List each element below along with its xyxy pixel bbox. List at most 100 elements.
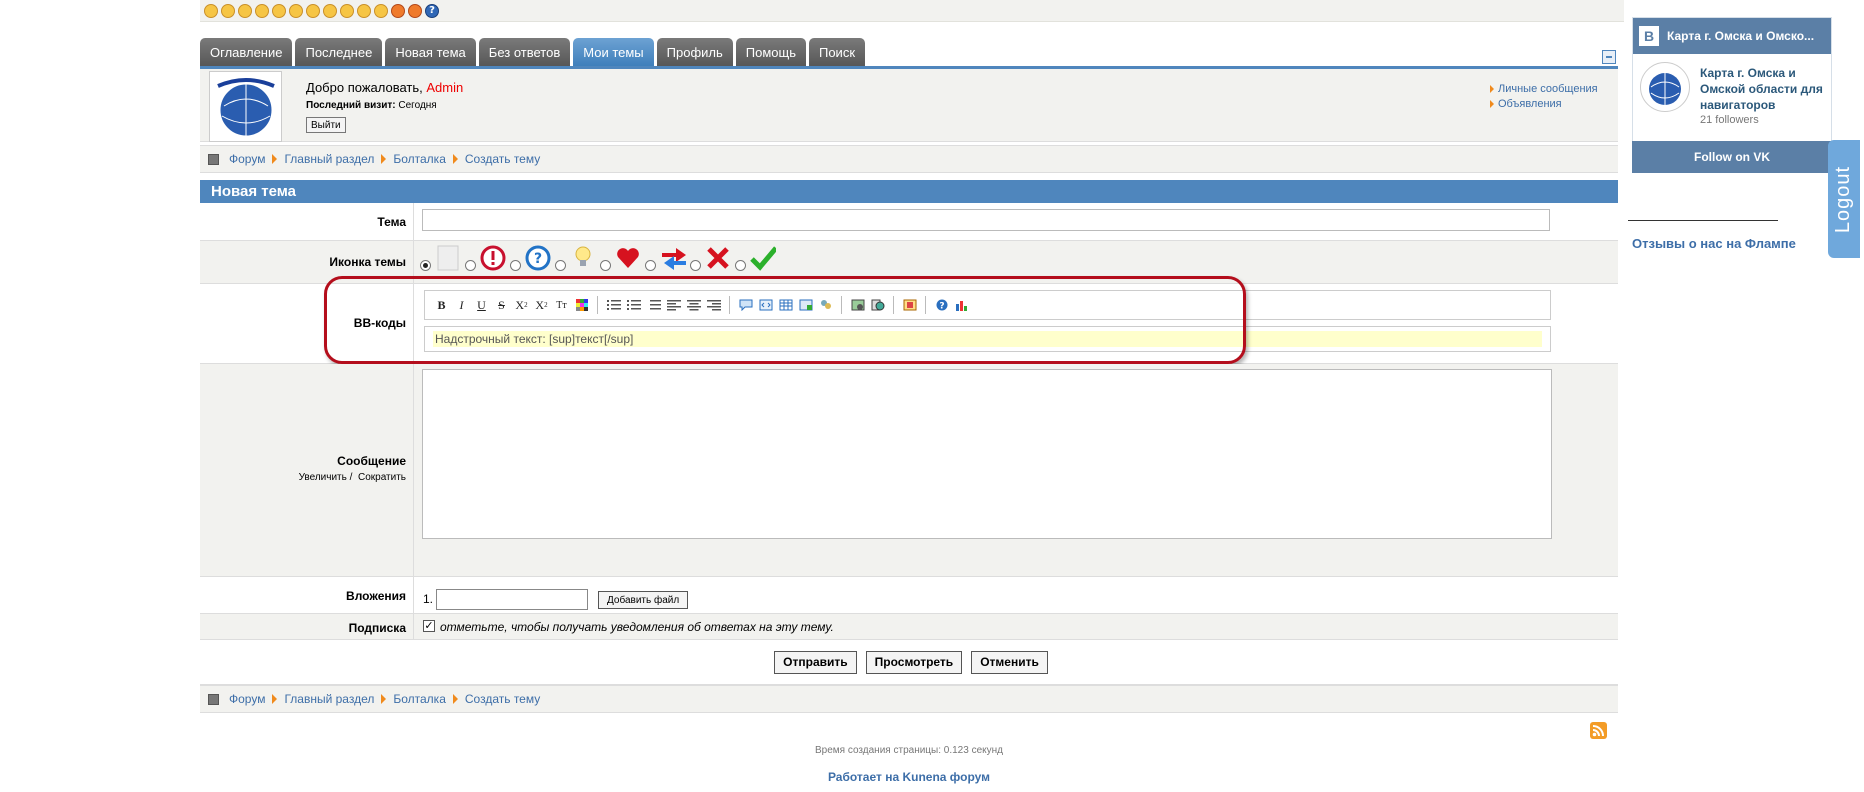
add-file-button[interactable]: Добавить файл [598,591,689,609]
last-visit-value: Сегодня [398,100,437,111]
breadcrumb-chat[interactable]: Болталка [393,152,446,166]
breadcrumb-arrow-icon [381,694,387,704]
breadcrumb-arrow-icon [272,694,278,704]
breadcrumb-create-topic[interactable]: Создать тему [465,152,540,166]
private-messages-link[interactable]: Личные сообщения [1490,82,1598,97]
cool-icon[interactable] [272,3,286,18]
exclamation-icon [480,245,506,271]
laugh-icon[interactable] [340,3,354,18]
shrink-link[interactable]: Сократить [358,472,406,483]
breadcrumb-main-section[interactable]: Главный раздел [284,692,374,706]
topic-icon-label: Иконка темы [329,255,406,269]
tab-new-topic[interactable]: Новая тема [385,38,476,66]
page-generation-time: Время создания страницы: 0.123 секунд [815,745,1003,756]
vk-group-name[interactable]: Карта г. Омска и Омской области для нави… [1700,65,1830,113]
rss-icon[interactable] [1590,722,1607,739]
smile-icon[interactable] [204,3,218,18]
lightbulb-icon [570,245,596,271]
main-tabs: Оглавление Последнее Новая тема Без отве… [200,38,866,66]
vk-follow-button[interactable]: Follow on VK [1632,141,1832,173]
sad-icon[interactable] [221,3,235,18]
glasses-icon[interactable] [357,3,371,18]
enlarge-link[interactable]: Увеличить / [299,472,353,483]
attachments-row: Вложения 1. Добавить файл [200,577,1618,614]
logout-side-tab[interactable]: Logout [1828,140,1860,258]
subscribe-checkbox[interactable]: ✓ [423,620,435,632]
document-icon [435,245,461,271]
icon-radio-love[interactable] [600,260,611,271]
breadcrumb-forum[interactable]: Форум [229,152,265,166]
icon-radio-exclamation[interactable] [465,260,476,271]
username[interactable]: Admin [426,80,463,95]
arrows-icon [660,245,686,271]
announcements-link[interactable]: Объявления [1490,97,1598,112]
vk-widget-title[interactable]: Карта г. Омска и Омско... [1667,29,1814,43]
icon-radio-check[interactable] [735,260,746,271]
vk-followers: 21 followers [1700,114,1759,126]
last-visit-label: Последний визит: [306,100,396,111]
icon-radio-delete[interactable] [690,260,701,271]
confused-icon[interactable] [374,3,388,18]
question-icon[interactable]: ? [425,3,439,18]
submit-button[interactable]: Отправить [774,650,857,674]
cross-icon [705,245,731,271]
attachment-file-field[interactable] [436,589,588,610]
neutral-icon[interactable] [289,3,303,18]
tab-index[interactable]: Оглавление [200,38,293,66]
tab-no-replies[interactable]: Без ответов [478,38,571,66]
topic-label: Тема [377,215,406,229]
tab-help[interactable]: Помощь [735,38,806,66]
message-textarea[interactable] [422,369,1552,539]
collapse-icon[interactable] [1602,50,1616,64]
highlight-annotation [324,276,1246,364]
icon-radio-default[interactable] [420,260,431,271]
resize-controls: Увеличить / Сократить [200,472,414,483]
tab-recent[interactable]: Последнее [295,38,383,66]
vk-avatar[interactable] [1640,62,1690,112]
logout-side-label: Logout [1832,165,1855,233]
tab-profile[interactable]: Профиль [656,38,733,66]
wink-icon[interactable] [323,3,337,18]
divider [1628,220,1778,221]
logout-button[interactable]: Выйти [306,117,346,133]
preview-button[interactable]: Просмотреть [865,650,963,674]
last-visit: Последний визит: Сегодня [306,100,437,111]
icon-radio-arrows[interactable] [645,260,656,271]
breadcrumb-forum[interactable]: Форум [229,692,265,706]
breadcrumb-arrow-icon [272,154,278,164]
breadcrumb-arrow-icon [381,154,387,164]
grin-icon[interactable] [238,3,252,18]
icon-radio-question[interactable] [510,260,521,271]
tongue-icon[interactable] [255,3,269,18]
attachment-index: 1. [423,592,434,606]
user-links: Личные сообщения Объявления [1490,82,1598,112]
topic-input[interactable] [422,209,1550,231]
message-label: Сообщение [337,454,406,468]
breadcrumb-bottom: Форум Главный раздел Болталка Создать те… [200,685,1618,713]
breadcrumb-chat[interactable]: Болталка [393,692,446,706]
breadcrumb-icon [208,153,219,165]
cancel-button[interactable]: Отменить [971,650,1048,674]
breadcrumb: Форум Главный раздел Болталка Создать те… [200,145,1618,173]
flamp-reviews-link[interactable]: Отзывы о нас на Флампе [1632,236,1796,251]
vk-logo-icon: В [1639,26,1659,46]
subscription-label: Подписка [348,621,406,635]
tab-search[interactable]: Поиск [808,38,866,66]
angry-icon[interactable] [408,3,422,18]
breadcrumb-main-section[interactable]: Главный раздел [284,152,374,166]
love-icon[interactable] [391,3,405,18]
breadcrumb-create-topic[interactable]: Создать тему [465,692,540,706]
vk-widget-header: В Карта г. Омска и Омско... [1633,18,1831,54]
welcome-text: Добро пожаловать, Admin [306,80,463,95]
powered-by-link[interactable]: Работает на Kunena форум [200,770,1618,784]
form-title: Новая тема [200,180,1618,203]
icon-radio-idea[interactable] [555,260,566,271]
message-row: Сообщение Увеличить / Сократить [200,364,1618,577]
heart-icon [615,245,641,271]
svg-text:?: ? [534,251,542,267]
smiley-bar: ? [200,0,1624,22]
form-actions: Отправить Просмотреть Отменить [200,640,1618,685]
breadcrumb-icon [208,693,219,705]
surprised-icon[interactable] [306,3,320,18]
tab-my-topics[interactable]: Мои темы [573,38,654,66]
